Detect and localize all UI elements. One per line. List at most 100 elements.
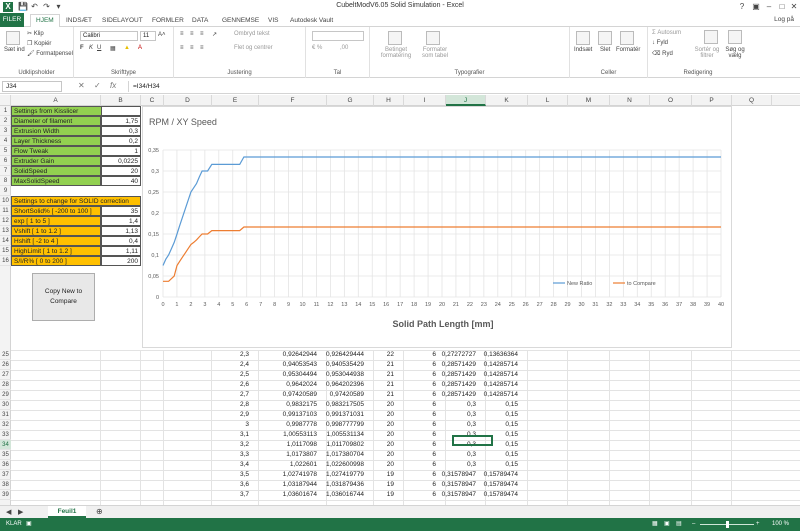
data-cell-j[interactable]: 0,3: [438, 410, 478, 420]
data-cell-i[interactable]: 6: [396, 390, 438, 400]
data-cell-f[interactable]: 1,03187944: [251, 480, 319, 490]
chart[interactable]: RPM / XY Speed 0 0,05 0,1 0,15 0,2 0,25 0,3 0,3…: [142, 106, 732, 348]
tab-review[interactable]: GENNEMSE: [222, 15, 259, 26]
setting-label[interactable]: MaxSolidSpeed: [11, 176, 101, 186]
format-cells-icon[interactable]: [620, 31, 634, 45]
row-header-34[interactable]: 34: [0, 440, 11, 450]
correction-label[interactable]: exp [ 1 to 5 ]: [11, 216, 101, 226]
data-cell-g[interactable]: 0,97420589: [319, 390, 366, 400]
cut-button[interactable]: ✂ Klip: [27, 30, 44, 37]
align-left-icon[interactable]: ≡: [180, 45, 184, 51]
data-cell-i[interactable]: 6: [396, 410, 438, 420]
data-cell-k[interactable]: 0,15789474: [478, 490, 520, 500]
row-header-10[interactable]: 10: [0, 196, 11, 206]
correction-value[interactable]: 0,4: [101, 236, 141, 246]
login-link[interactable]: Log på: [774, 16, 794, 23]
row-header-32[interactable]: 32: [0, 420, 11, 430]
tab-formulas[interactable]: FORMLER: [152, 15, 184, 26]
row-header-8[interactable]: 8: [0, 176, 11, 186]
data-cell-f[interactable]: 1,0117098: [251, 440, 319, 450]
next-sheet-icon[interactable]: ▶: [18, 508, 23, 516]
data-cell-i[interactable]: 6: [396, 480, 438, 490]
setting-value[interactable]: 1: [101, 146, 141, 156]
data-cell-g[interactable]: 0,964202396: [319, 380, 366, 390]
conditional-format-icon[interactable]: [388, 31, 402, 45]
zoom-slider-thumb[interactable]: [726, 521, 729, 528]
data-cell-j[interactable]: 0,3: [438, 450, 478, 460]
name-box[interactable]: J34: [2, 81, 62, 92]
data-cell-g[interactable]: 1,011709802: [319, 440, 366, 450]
column-header-m[interactable]: M: [568, 95, 610, 106]
data-cell-f[interactable]: 1,03601674: [251, 490, 319, 500]
data-cell-i[interactable]: 6: [396, 430, 438, 440]
data-cell-j[interactable]: 0,28571429: [438, 370, 478, 380]
find-select-button[interactable]: Søg og vælg: [722, 47, 748, 59]
data-cell-g[interactable]: 0,991371031: [319, 410, 366, 420]
column-header-c[interactable]: C: [141, 95, 164, 106]
correction-label[interactable]: Vshift [ 1 to 1.2 ]: [11, 226, 101, 236]
align-bottom-icon[interactable]: ≡: [200, 31, 204, 37]
data-cell-f[interactable]: 0,9642024: [251, 380, 319, 390]
data-cell-h[interactable]: 20: [366, 400, 396, 410]
row-header-28[interactable]: 28: [0, 380, 11, 390]
setting-value[interactable]: 0,2: [101, 136, 141, 146]
minimize-icon[interactable]: –: [763, 1, 775, 12]
column-header-g[interactable]: G: [327, 95, 374, 106]
data-cell-f[interactable]: 1,022601: [251, 460, 319, 470]
column-header-q[interactable]: Q: [732, 95, 772, 106]
setting-label[interactable]: Diameter of filament: [11, 116, 101, 126]
data-cell-e[interactable]: 2,5: [204, 370, 251, 380]
column-header-h[interactable]: H: [374, 95, 404, 106]
data-cell-e[interactable]: 2,7: [204, 390, 251, 400]
row-header-13[interactable]: 13: [0, 226, 11, 236]
data-cell-i[interactable]: 6: [396, 350, 438, 360]
data-cell-f[interactable]: 0,94053543: [251, 360, 319, 370]
setting-value[interactable]: 20: [101, 166, 141, 176]
tab-home[interactable]: HJEM: [30, 14, 60, 28]
copy-button[interactable]: ❐ Kopiér: [27, 40, 51, 47]
align-top-icon[interactable]: ≡: [180, 31, 184, 37]
data-cell-k[interactable]: 0,15: [478, 420, 520, 430]
setting-value[interactable]: 1,75: [101, 116, 141, 126]
correction-label[interactable]: ShortSolid% [ -200 to 100 ]: [11, 206, 101, 216]
data-cell-e[interactable]: 2,9: [204, 410, 251, 420]
setting-label[interactable]: Extruder Gain: [11, 156, 101, 166]
data-cell-g[interactable]: 1,017380704: [319, 450, 366, 460]
data-cell-h[interactable]: 22: [366, 350, 396, 360]
row-header-4[interactable]: 4: [0, 136, 11, 146]
data-cell-g[interactable]: 0,940535429: [319, 360, 366, 370]
row-header-9[interactable]: 9: [0, 186, 11, 196]
data-cell-i[interactable]: 6: [396, 440, 438, 450]
data-cell-f[interactable]: 0,95304494: [251, 370, 319, 380]
data-cell-e[interactable]: 3,4: [204, 460, 251, 470]
correction-label[interactable]: HighLimit [ 1 to 1.2 ]: [11, 246, 101, 256]
correction-value[interactable]: 35: [101, 206, 141, 216]
row-header-25[interactable]: 25: [0, 350, 11, 360]
setting-label[interactable]: Flow Tweak: [11, 146, 101, 156]
paste-button[interactable]: Sæt ind: [4, 47, 25, 53]
data-cell-f[interactable]: 0,9832175: [251, 400, 319, 410]
normal-view-icon[interactable]: ▦: [652, 518, 658, 531]
data-cell-e[interactable]: 3: [204, 420, 251, 430]
data-cell-k[interactable]: 0,15: [478, 450, 520, 460]
data-cell-k[interactable]: 0,15789474: [478, 480, 520, 490]
data-cell-f[interactable]: 1,0173807: [251, 450, 319, 460]
align-center-icon[interactable]: ≡: [190, 45, 194, 51]
sort-filter-button[interactable]: Sortér og filtrer: [694, 47, 720, 59]
align-right-icon[interactable]: ≡: [200, 45, 204, 51]
orientation-icon[interactable]: ↗: [212, 31, 217, 38]
row-header-26[interactable]: 26: [0, 360, 11, 370]
data-cell-e[interactable]: 3,7: [204, 490, 251, 500]
data-cell-h[interactable]: 20: [366, 460, 396, 470]
data-cell-h[interactable]: 20: [366, 410, 396, 420]
merge-center-button[interactable]: Flet og centrer: [234, 45, 273, 51]
border-icon[interactable]: ▦: [110, 45, 116, 52]
data-cell-i[interactable]: 6: [396, 380, 438, 390]
data-cell-j[interactable]: 0,31578947: [438, 490, 478, 500]
row-header-3[interactable]: 3: [0, 126, 11, 136]
underline-button[interactable]: U: [97, 45, 101, 51]
prev-sheet-icon[interactable]: ◀: [6, 508, 11, 516]
row-header-14[interactable]: 14: [0, 236, 11, 246]
font-size-select[interactable]: 11: [140, 31, 156, 41]
autosum-button[interactable]: Σ Autosum: [652, 30, 681, 36]
